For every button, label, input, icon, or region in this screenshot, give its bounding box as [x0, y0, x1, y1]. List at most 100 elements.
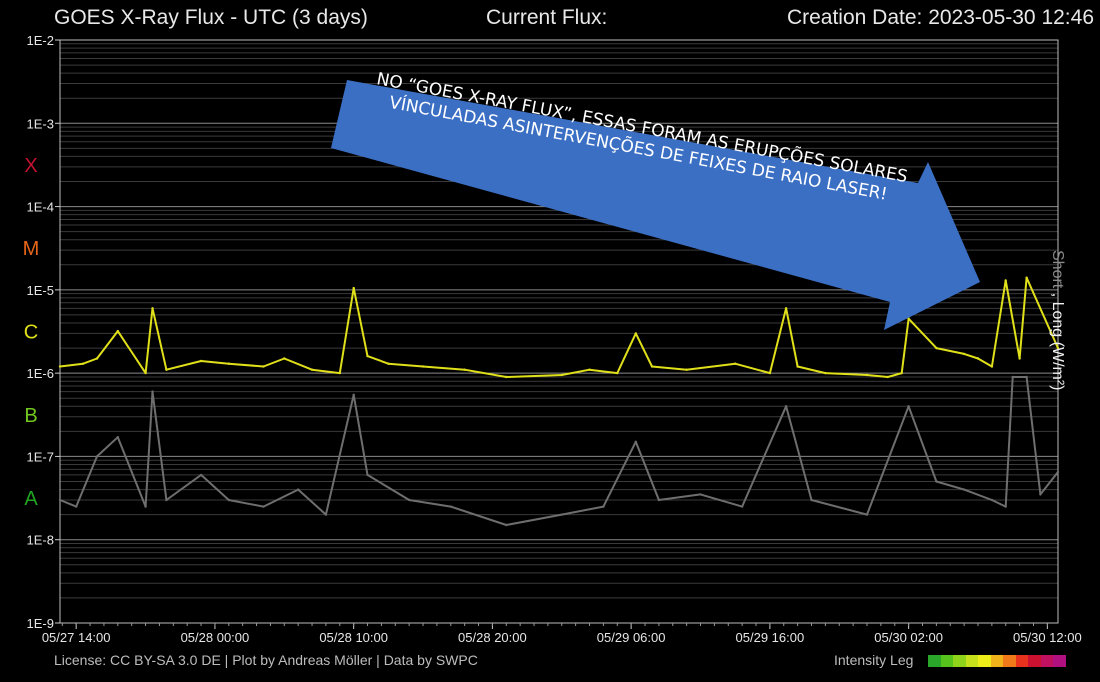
series-line-short: [59, 376, 1059, 526]
data-point-long: [199, 359, 203, 363]
y-tick-label: 1E-5: [27, 283, 54, 298]
data-point-short: [449, 505, 452, 508]
data-point-long: [886, 375, 889, 379]
y-axis-label: Short , Long (W/m²): [1048, 250, 1066, 391]
data-point-long: [352, 286, 355, 290]
data-point-long: [366, 354, 369, 358]
data-point-long: [421, 365, 425, 368]
flare-class-B: B: [24, 405, 37, 427]
data-point-long: [900, 371, 903, 375]
y-axis-label-short: Short: [1049, 250, 1066, 289]
intensity-legend-bar: [928, 655, 1067, 667]
data-point-short: [262, 505, 265, 508]
x-tick-label: 05/27 14:00: [42, 630, 111, 645]
legend-swatch: [978, 655, 991, 667]
y-tick-label: 1E-9: [27, 616, 54, 631]
y-tick-label: 1E-3: [27, 116, 54, 131]
data-point-short: [324, 513, 328, 516]
data-point-long: [1018, 357, 1021, 360]
data-point-long: [616, 371, 619, 375]
data-point-long: [310, 368, 314, 371]
data-point-long: [165, 368, 168, 371]
data-point-long: [990, 365, 994, 368]
data-point-short: [657, 498, 661, 502]
data-point-short: [634, 440, 637, 443]
data-point-long: [262, 365, 265, 368]
legend-swatch: [1015, 655, 1029, 667]
legend-swatch: [953, 655, 966, 667]
legend-swatch: [940, 655, 954, 667]
data-point-long: [768, 371, 772, 375]
data-point-short: [144, 505, 147, 508]
data-point-short: [935, 480, 938, 483]
data-point-short: [560, 513, 563, 516]
data-point-short: [740, 505, 744, 508]
data-point-long: [796, 365, 799, 368]
x-axis: 05/27 14:00 05/28 00:00 05/28 10:00 05/28 2…: [42, 623, 1082, 645]
data-point-short: [151, 390, 154, 393]
data-point-long: [95, 357, 99, 360]
data-point-short: [810, 498, 813, 502]
data-point-short: [227, 498, 230, 502]
data-point-long: [387, 362, 390, 365]
data-point-short: [116, 436, 120, 439]
data-point-short: [408, 498, 411, 502]
y-tick-label: 1E-4: [27, 200, 54, 215]
data-point-long: [58, 365, 62, 368]
data-point-long: [588, 368, 591, 371]
intensity-legend-label: Intensity Leg: [834, 652, 914, 668]
data-point-long: [463, 368, 466, 371]
data-point-long: [1025, 276, 1028, 279]
x-tick-label: 05/29 16:00: [736, 630, 805, 645]
data-point-long: [338, 371, 341, 375]
x-tick-label: 05/30 12:00: [1013, 630, 1082, 645]
data-point-long: [1004, 279, 1007, 282]
data-point-short: [602, 505, 605, 508]
data-point-long: [962, 352, 966, 356]
data-point-short: [865, 513, 869, 516]
y-tick-label: 1E-8: [27, 533, 54, 548]
data-point-long: [116, 329, 120, 333]
data-point-short: [699, 493, 702, 496]
data-point-long: [935, 346, 938, 350]
data-point-long: [784, 307, 788, 310]
data-point-short: [75, 505, 78, 508]
data-point-long: [151, 307, 154, 310]
data-point-long: [283, 357, 286, 360]
legend-swatch: [990, 655, 1004, 667]
y-axis-label-sep: ,: [1049, 288, 1066, 302]
legend-swatch: [1040, 655, 1054, 667]
legend-swatch: [965, 655, 979, 667]
data-point-short: [962, 488, 966, 491]
data-point-long: [505, 375, 508, 379]
data-point-short: [352, 393, 355, 396]
legend-swatch: [1028, 655, 1041, 667]
flare-class-A: A: [24, 488, 38, 510]
x-tick-label: 05/28 00:00: [181, 630, 250, 645]
flare-class-C: C: [24, 322, 38, 344]
data-point-short: [990, 498, 994, 502]
data-point-long: [865, 373, 869, 377]
x-tick-label: 05/28 20:00: [458, 630, 527, 645]
y-tick-label: 1E-6: [27, 366, 54, 381]
y-tick-label: 1E-7: [27, 449, 54, 464]
legend-swatch: [1053, 655, 1067, 667]
data-point-short: [297, 488, 300, 491]
data-point-short: [1039, 493, 1042, 496]
data-point-long: [650, 365, 654, 368]
data-point-short: [907, 405, 910, 408]
y-tick-label: 1E-2: [27, 33, 54, 48]
data-point-short: [1056, 470, 1060, 474]
data-point-long: [81, 362, 85, 365]
data-point-long: [634, 332, 637, 335]
data-point-short: [505, 523, 508, 527]
data-point-short: [366, 473, 369, 477]
data-point-short: [165, 498, 168, 502]
flare-class-M: M: [23, 238, 40, 260]
data-point-long: [227, 362, 230, 365]
legend-swatch: [928, 655, 941, 667]
data-point-short: [1025, 375, 1028, 379]
data-point-long: [685, 368, 688, 371]
x-tick-label: 05/28 10:00: [319, 630, 388, 645]
y-axis-label-long: Long (W/m²): [1049, 301, 1066, 391]
